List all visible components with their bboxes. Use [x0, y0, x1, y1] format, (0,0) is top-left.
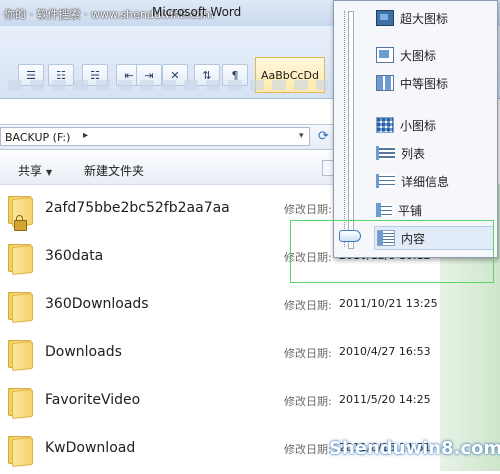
view-slider-thumb[interactable] — [339, 230, 361, 242]
share-button[interactable]: 共享 ▼ — [18, 162, 52, 179]
file-name: FavoriteVideo — [45, 392, 141, 408]
address-dropdown-icon[interactable]: ▾ — [299, 131, 304, 141]
file-date-label: 修改日期: — [284, 299, 332, 312]
folder-icon — [8, 194, 34, 231]
view-menu-item[interactable]: 内容 — [374, 226, 494, 250]
file-name: Downloads — [45, 344, 122, 360]
tiles-view-icon — [376, 203, 392, 217]
view-menu-item[interactable]: 超大图标 — [374, 6, 494, 30]
view-menu-item-label: 中等图标 — [400, 76, 449, 91]
file-date: 2011/5/20 14:25 — [339, 393, 431, 406]
file-date: 2010/4/27 16:53 — [339, 345, 431, 358]
file-name: 360Downloads — [45, 296, 149, 312]
folder-icon — [8, 434, 34, 468]
address-path: BACKUP (F:) — [5, 131, 71, 144]
explorer-toolbar: 共享 ▼ 新建文件夹 — [0, 152, 340, 185]
view-menu-item[interactable]: 列表 — [374, 141, 494, 165]
small-icons-icon — [376, 117, 394, 133]
view-menu-item-label: 小图标 — [400, 118, 437, 133]
refresh-icon[interactable]: ⟳ — [318, 129, 329, 144]
file-row[interactable]: Downloads 修改日期: 2010/4/27 16:53 — [0, 330, 440, 378]
view-menu-item[interactable]: 中等图标 — [374, 71, 494, 95]
medium-icons-icon — [376, 75, 394, 91]
new-folder-button[interactable]: 新建文件夹 — [84, 162, 144, 179]
view-menu-item[interactable]: 大图标 — [374, 43, 494, 67]
folder-icon — [8, 242, 34, 276]
folder-icon — [8, 290, 34, 324]
breadcrumb-arrow-icon[interactable]: ▸ — [83, 130, 88, 141]
file-name: 2afd75bbe2bc52fb2aa7aa — [45, 200, 230, 216]
file-date-label: 修改日期: — [284, 203, 332, 216]
ribbon-decoration — [8, 80, 328, 90]
file-row[interactable]: FavoriteVideo 修改日期: 2011/5/20 14:25 — [0, 378, 440, 426]
new-folder-label: 新建文件夹 — [84, 164, 145, 178]
file-row[interactable]: 360Downloads 修改日期: 2011/10/21 13:25 — [0, 282, 440, 330]
lock-icon — [14, 215, 27, 231]
extra-large-icons-icon — [376, 10, 394, 26]
view-menu: 超大图标大图标中等图标小图标列表详细信息平铺内容 — [333, 0, 498, 258]
share-label: 共享 — [18, 164, 43, 178]
details-view-icon — [376, 174, 395, 188]
list-view-icon — [376, 146, 395, 160]
folder-icon — [8, 338, 34, 372]
view-menu-item[interactable]: 平铺 — [374, 198, 494, 222]
address-field[interactable]: BACKUP (F:) ▸ ▾ — [0, 127, 310, 146]
folder-icon — [8, 386, 34, 420]
view-menu-item[interactable]: 详细信息 — [374, 169, 494, 193]
window-title: Microsoft Word — [152, 5, 242, 19]
watermark-bottom: Shenduwin8.com — [329, 438, 500, 459]
view-menu-item[interactable]: 小图标 — [374, 113, 494, 137]
address-bar: BACKUP (F:) ▸ ▾ ⟳ — [0, 124, 340, 150]
file-date-label: 修改日期: — [284, 251, 332, 264]
file-name: KwDownload — [45, 440, 136, 456]
share-caret-icon: ▼ — [46, 168, 53, 177]
file-date-label: 修改日期: — [284, 395, 332, 408]
large-icons-icon — [376, 47, 394, 63]
file-date-label: 修改日期: — [284, 443, 332, 456]
view-menu-item-label: 内容 — [401, 231, 426, 246]
file-date-label: 修改日期: — [284, 347, 332, 360]
view-menu-item-label: 列表 — [401, 146, 426, 161]
file-date: 2011/10/21 13:25 — [339, 297, 438, 310]
view-menu-item-label: 平铺 — [398, 203, 423, 218]
file-name: 360data — [45, 248, 104, 264]
view-slider-ticks — [344, 11, 357, 247]
view-menu-item-label: 详细信息 — [401, 174, 450, 189]
view-menu-item-label: 超大图标 — [400, 11, 449, 26]
content-view-icon — [377, 230, 395, 246]
view-menu-item-label: 大图标 — [400, 48, 437, 63]
